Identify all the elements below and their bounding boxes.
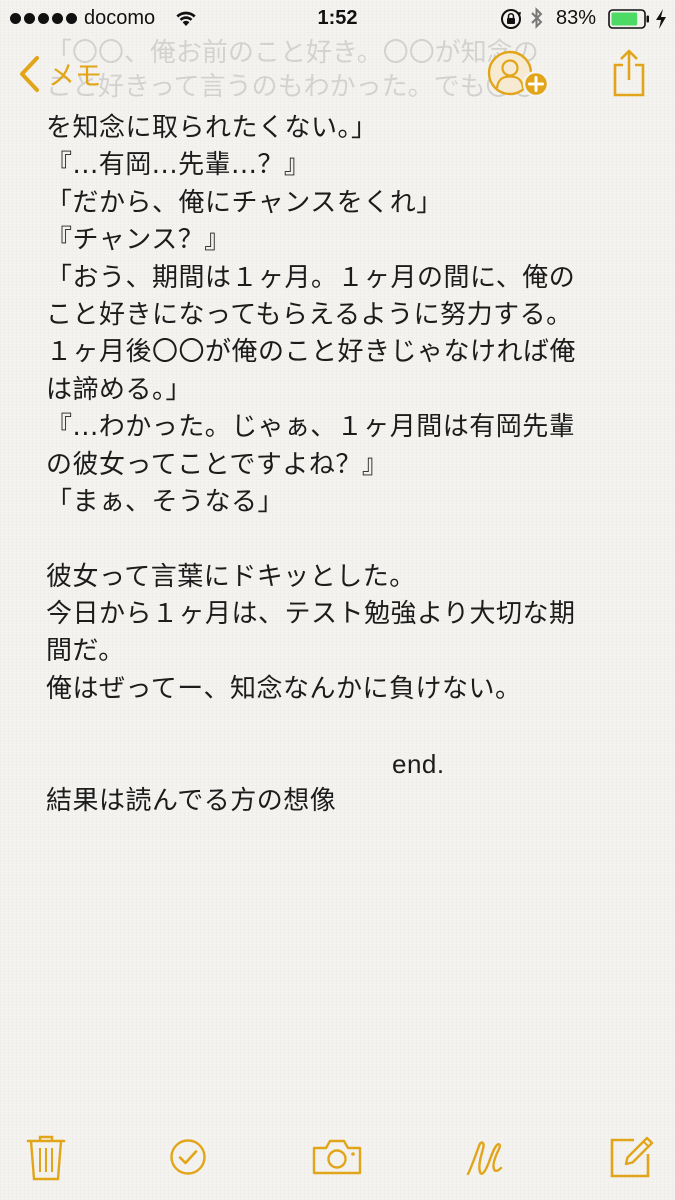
share-button[interactable] <box>612 48 646 102</box>
trash-icon <box>26 1135 66 1181</box>
back-button[interactable]: メモ <box>18 54 102 93</box>
note-line: の彼女ってことですよね？』 <box>46 449 389 480</box>
new-note-button[interactable] <box>608 1134 656 1184</box>
note-line: 俺はぜってー、知念なんかに負けない。 <box>46 673 522 704</box>
sketch-button[interactable] <box>464 1136 506 1184</box>
note-line-blank <box>46 708 636 745</box>
note-line: 『...有岡...先輩...？』 <box>46 150 311 181</box>
note-line: こと好きになってもらえるように努力する。 <box>46 299 573 330</box>
back-button-label: メモ <box>48 61 102 92</box>
charging-bolt-icon <box>656 9 666 29</box>
share-icon <box>613 49 645 97</box>
compose-icon <box>610 1136 654 1178</box>
orientation-lock-icon <box>501 9 522 29</box>
chevron-left-icon <box>20 55 39 92</box>
add-photo-button[interactable] <box>311 1138 363 1180</box>
note-line: 『チャンス？』 <box>46 225 231 256</box>
note-line: １ヶ月後〇〇が俺のこと好きじゃなければ俺 <box>46 337 577 368</box>
note-line: 彼女って言葉にドキッとした。 <box>46 561 416 592</box>
camera-icon <box>312 1139 362 1175</box>
note-line: 「だから、俺にチャンスをくれ」 <box>46 187 443 218</box>
checklist-icon <box>170 1139 206 1175</box>
note-end-mark: end. <box>392 748 445 779</box>
note-line: 「おう、期間は１ヶ月。１ヶ月の間に、俺の <box>46 262 576 293</box>
sketch-icon <box>466 1141 503 1176</box>
note-line: を知念に取られたくない。」 <box>46 113 378 143</box>
status-bar: docomo 1:52 83% <box>0 0 675 38</box>
note-line: 今日から１ヶ月は、テスト勉強より大切な期 <box>46 599 576 630</box>
note-line: 「まぁ、そうなる」 <box>46 486 284 517</box>
battery-icon <box>608 9 649 29</box>
note-content[interactable]: を知念に取られたくない。」 『...有岡...先輩...？』 「だから、俺にチャ… <box>46 110 636 820</box>
bluetooth-icon <box>531 7 543 29</box>
checklist-button[interactable] <box>169 1138 207 1180</box>
note-line: 間だ。 <box>46 636 125 667</box>
add-people-button[interactable] <box>486 50 552 100</box>
scrolled-text-under-nav: 「〇〇、俺お前のこと好き。〇〇が知念の こと好きって言うのもわかった。でも〇〇 <box>46 38 539 102</box>
note-line: は諦める。」 <box>46 374 193 405</box>
note-line-blank <box>46 521 636 558</box>
note-line: 『...わかった。じゃぁ、１ヶ月間は有岡先輩 <box>46 412 576 443</box>
delete-note-button[interactable] <box>26 1134 66 1186</box>
battery-percentage: 83% <box>556 7 597 29</box>
note-line: 結果は読んでる方の想像 <box>46 786 337 817</box>
add-person-icon <box>487 50 550 98</box>
